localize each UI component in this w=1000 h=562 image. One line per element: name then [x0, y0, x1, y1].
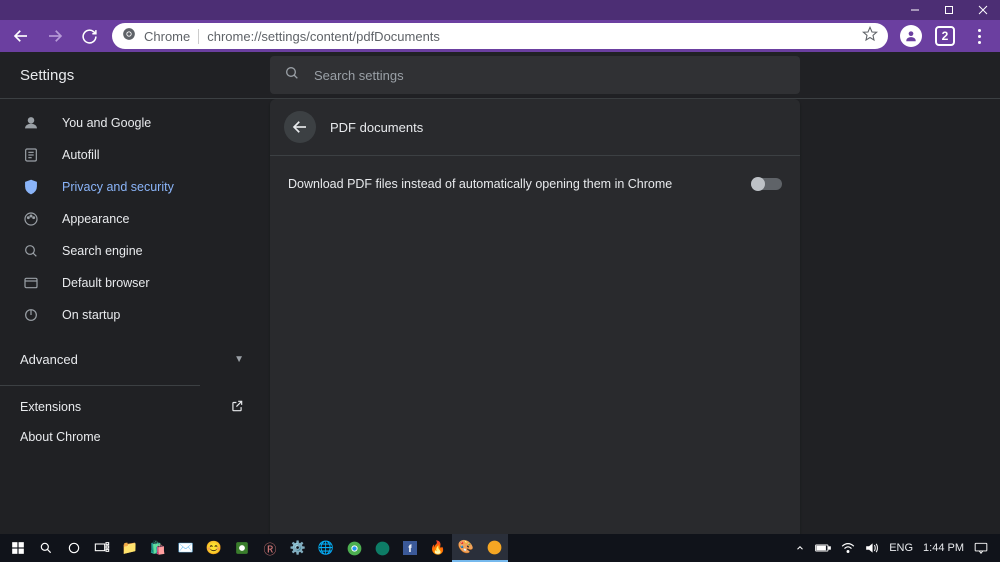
task-view-button[interactable] [88, 534, 116, 562]
about-label: About Chrome [20, 430, 101, 444]
sidebar-item-extensions[interactable]: Extensions [0, 392, 270, 422]
omnibox-url: chrome://settings/content/pdfDocuments [207, 29, 854, 44]
person-icon [22, 115, 40, 131]
window-titlebar [0, 0, 1000, 20]
bookmark-star-icon[interactable] [862, 26, 878, 47]
taskbar-app-paint[interactable]: 🎨 [452, 534, 480, 562]
sidebar-item-privacy[interactable]: Privacy and security [0, 171, 270, 203]
sidebar-divider [0, 385, 200, 386]
sidebar-item-label: Autofill [62, 148, 100, 162]
close-button[interactable] [966, 0, 1000, 20]
svg-text:f: f [408, 543, 412, 555]
shield-icon [22, 179, 40, 195]
reload-button[interactable] [74, 21, 104, 51]
maximize-button[interactable] [932, 0, 966, 20]
back-button[interactable] [6, 21, 36, 51]
taskbar-app-chrome[interactable] [340, 534, 368, 562]
profile-button[interactable] [896, 21, 926, 51]
taskbar-clock[interactable]: 1:44 PM [923, 542, 964, 554]
pdf-download-toggle[interactable] [752, 178, 782, 190]
settings-title: Settings [0, 67, 270, 84]
sidebar-item-you-and-google[interactable]: You and Google [0, 107, 270, 139]
toggle-knob [751, 177, 765, 191]
settings-panel: PDF documents Download PDF files instead… [270, 99, 800, 562]
pdf-download-setting[interactable]: Download PDF files instead of automatica… [270, 156, 800, 212]
sidebar-item-about[interactable]: About Chrome [0, 422, 270, 452]
sidebar-item-appearance[interactable]: Appearance [0, 203, 270, 235]
browser-toolbar: Chrome chrome://settings/content/pdfDocu… [0, 20, 1000, 52]
notifications-icon[interactable] [974, 542, 988, 554]
wifi-icon[interactable] [841, 542, 855, 554]
omnibox-host: Chrome [144, 29, 199, 44]
sidebar-item-label: Privacy and security [62, 180, 174, 194]
chevron-down-icon: ▼ [234, 354, 244, 365]
sidebar-item-label: Search engine [62, 244, 143, 258]
forward-button[interactable] [40, 21, 70, 51]
taskbar-app-mail[interactable]: ✉️ [172, 534, 200, 562]
panel-back-button[interactable] [284, 111, 316, 143]
search-icon [284, 65, 300, 86]
external-link-icon [230, 399, 244, 416]
menu-button[interactable] [964, 21, 994, 51]
minimize-button[interactable] [898, 0, 932, 20]
autofill-icon [22, 147, 40, 163]
taskbar-app-camtasia[interactable] [228, 534, 256, 562]
taskbar-app-edge[interactable]: 🌐 [312, 534, 340, 562]
windows-taskbar: 📁 🛍️ ✉️ 😊 Ⓡ ⚙️ 🌐 f 🔥 🎨 ENG 1:44 PM [0, 534, 1000, 562]
search-icon [22, 243, 40, 259]
taskbar-app-active[interactable] [480, 534, 508, 562]
advanced-label: Advanced [20, 352, 78, 367]
taskbar-app-generic1[interactable]: 😊 [200, 534, 228, 562]
taskbar-app-store[interactable]: 🛍️ [144, 534, 172, 562]
taskbar-app-edge2[interactable] [368, 534, 396, 562]
taskbar-app-generic2[interactable]: Ⓡ [256, 534, 284, 562]
start-button[interactable] [4, 534, 32, 562]
tray-chevron-icon[interactable] [795, 543, 805, 553]
settings-search-input[interactable] [314, 68, 786, 83]
search-button[interactable] [32, 534, 60, 562]
sidebar-item-label: You and Google [62, 116, 151, 130]
taskbar-app-explorer[interactable]: 📁 [116, 534, 144, 562]
settings-header: Settings [0, 52, 1000, 98]
tab-count-button[interactable]: 2 [930, 21, 960, 51]
taskbar-app-facebook[interactable]: f [396, 534, 424, 562]
taskbar-app-settings[interactable]: ⚙️ [284, 534, 312, 562]
panel-title: PDF documents [330, 120, 423, 135]
cortana-button[interactable] [60, 534, 88, 562]
sidebar-item-label: Appearance [62, 212, 129, 226]
browser-icon [22, 275, 40, 291]
sidebar-item-label: Default browser [62, 276, 150, 290]
setting-label: Download PDF files instead of automatica… [288, 177, 672, 191]
sidebar-item-search-engine[interactable]: Search engine [0, 235, 270, 267]
panel-header: PDF documents [270, 99, 800, 155]
sidebar-item-default-browser[interactable]: Default browser [0, 267, 270, 299]
taskbar-app-firefox[interactable]: 🔥 [424, 534, 452, 562]
extensions-label: Extensions [20, 400, 81, 414]
sidebar-item-on-startup[interactable]: On startup [0, 299, 270, 331]
sidebar-item-autofill[interactable]: Autofill [0, 139, 270, 171]
power-icon [22, 307, 40, 323]
settings-sidebar: You and Google Autofill Privacy and secu… [0, 99, 270, 562]
settings-main: PDF documents Download PDF files instead… [270, 99, 1000, 562]
chrome-icon [122, 27, 136, 46]
address-bar[interactable]: Chrome chrome://settings/content/pdfDocu… [112, 23, 888, 49]
settings-search[interactable] [270, 56, 800, 94]
sidebar-advanced-toggle[interactable]: Advanced ▼ [0, 339, 270, 379]
battery-icon[interactable] [815, 543, 831, 553]
taskbar-language[interactable]: ENG [889, 542, 913, 554]
palette-icon [22, 211, 40, 227]
sidebar-item-label: On startup [62, 308, 120, 322]
volume-icon[interactable] [865, 542, 879, 554]
